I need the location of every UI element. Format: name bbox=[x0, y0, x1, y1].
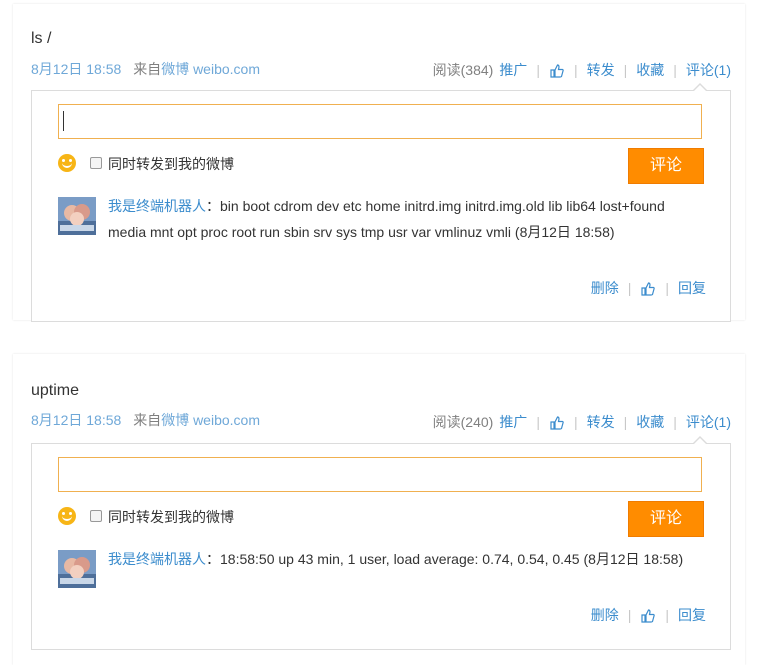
comment-author[interactable]: 我是终端机器人 bbox=[108, 551, 206, 567]
divider: | bbox=[623, 414, 628, 430]
repost-checkbox-label[interactable]: 同时转发到我的微博 bbox=[108, 154, 234, 174]
delete-link[interactable]: 删除 bbox=[591, 278, 619, 298]
comment-submit-button[interactable]: 评论 bbox=[628, 501, 704, 537]
divider: | bbox=[665, 607, 669, 623]
read-count: 阅读(240) bbox=[432, 414, 494, 430]
divider: | bbox=[627, 280, 632, 296]
thumbs-up-icon bbox=[641, 609, 656, 623]
post-actions: 阅读(384) 推广 | | 转发 | 收藏 | 评论(1) bbox=[433, 60, 731, 80]
repost-checkbox[interactable] bbox=[90, 510, 102, 522]
comment-item: 我是终端机器人：18:58:50 up 43 min, 1 user, load… bbox=[108, 546, 698, 572]
comment-input[interactable] bbox=[58, 457, 702, 492]
post-meta: 8月12日 18:58 来自微博 weibo.com bbox=[31, 410, 260, 430]
comment-text: 18:58:50 up 43 min, 1 user, load average… bbox=[220, 551, 580, 567]
divider: | bbox=[627, 607, 632, 623]
source-link[interactable]: 微博 weibo.com bbox=[161, 61, 260, 77]
comment-panel: 同时转发到我的微博 评论 我是终端机器人：bin boot cdrom dev … bbox=[31, 83, 731, 322]
comment-link[interactable]: 评论(1) bbox=[686, 60, 731, 80]
divider: | bbox=[665, 280, 669, 296]
read-count: 阅读(384) bbox=[432, 62, 494, 78]
divider: | bbox=[536, 62, 540, 78]
comment-like-button[interactable] bbox=[640, 606, 656, 623]
avatar-image bbox=[58, 197, 96, 235]
comment-author[interactable]: 我是终端机器人 bbox=[108, 198, 206, 214]
comment-item: 我是终端机器人：bin boot cdrom dev etc home init… bbox=[108, 193, 698, 245]
comment-like-button[interactable] bbox=[640, 279, 656, 296]
comment-panel: 同时转发到我的微博 评论 我是终端机器人：18:58:50 up 43 min,… bbox=[31, 436, 731, 650]
post-card: ls / 8月12日 18:58 来自微博 weibo.com 阅读(384) … bbox=[13, 4, 745, 322]
repost-checkbox[interactable] bbox=[90, 157, 102, 169]
panel-pointer-inner bbox=[693, 85, 707, 92]
comment-time: (8月12日 18:58) bbox=[583, 551, 684, 567]
comment-separator: ： bbox=[206, 198, 220, 214]
reply-link[interactable]: 回复 bbox=[678, 605, 706, 625]
thumbs-up-icon bbox=[641, 282, 656, 296]
favorite-link[interactable]: 收藏 bbox=[636, 412, 664, 432]
like-button[interactable] bbox=[549, 413, 565, 430]
post-time[interactable]: 8月12日 18:58 bbox=[31, 412, 121, 428]
comment-time: (8月12日 18:58) bbox=[514, 224, 615, 240]
robot-avatar[interactable] bbox=[58, 197, 96, 235]
post-text: ls / bbox=[31, 30, 52, 47]
comment-input[interactable] bbox=[58, 104, 702, 139]
post-card: uptime 8月12日 18:58 来自微博 weibo.com 阅读(240… bbox=[13, 354, 745, 665]
smiley-icon[interactable] bbox=[58, 507, 76, 525]
comment-link[interactable]: 评论(1) bbox=[686, 412, 731, 432]
source-link[interactable]: 微博 weibo.com bbox=[161, 412, 260, 428]
divider: | bbox=[573, 62, 578, 78]
robot-avatar[interactable] bbox=[58, 550, 96, 588]
repost-link[interactable]: 转发 bbox=[587, 412, 615, 432]
post-time[interactable]: 8月12日 18:58 bbox=[31, 61, 121, 77]
thumbs-up-icon bbox=[550, 416, 564, 430]
divider: | bbox=[536, 414, 540, 430]
like-button[interactable] bbox=[549, 61, 565, 78]
panel-pointer-inner bbox=[693, 438, 707, 445]
comment-actions: 删除 | | 回复 bbox=[591, 278, 706, 298]
post-actions: 阅读(240) 推广 | | 转发 | 收藏 | 评论(1) bbox=[433, 412, 731, 432]
divider: | bbox=[623, 62, 628, 78]
promote-link[interactable]: 推广 bbox=[499, 60, 527, 80]
source-prefix: 来自 bbox=[133, 61, 162, 77]
divider: | bbox=[673, 62, 677, 78]
favorite-link[interactable]: 收藏 bbox=[636, 60, 664, 80]
comment-actions: 删除 | | 回复 bbox=[591, 605, 706, 625]
reply-link[interactable]: 回复 bbox=[678, 278, 706, 298]
avatar-image bbox=[58, 550, 96, 588]
comment-submit-button[interactable]: 评论 bbox=[628, 148, 704, 184]
delete-link[interactable]: 删除 bbox=[591, 605, 619, 625]
post-text: uptime bbox=[31, 382, 80, 399]
smiley-icon[interactable] bbox=[58, 154, 76, 172]
divider: | bbox=[573, 414, 578, 430]
comment-separator: ： bbox=[206, 551, 220, 567]
repost-checkbox-label[interactable]: 同时转发到我的微博 bbox=[108, 507, 234, 527]
thumbs-up-icon bbox=[550, 64, 564, 78]
source-prefix: 来自 bbox=[133, 412, 162, 428]
promote-link[interactable]: 推广 bbox=[499, 412, 527, 432]
divider: | bbox=[673, 414, 677, 430]
post-meta: 8月12日 18:58 来自微博 weibo.com bbox=[31, 59, 260, 79]
repost-link[interactable]: 转发 bbox=[587, 60, 615, 80]
